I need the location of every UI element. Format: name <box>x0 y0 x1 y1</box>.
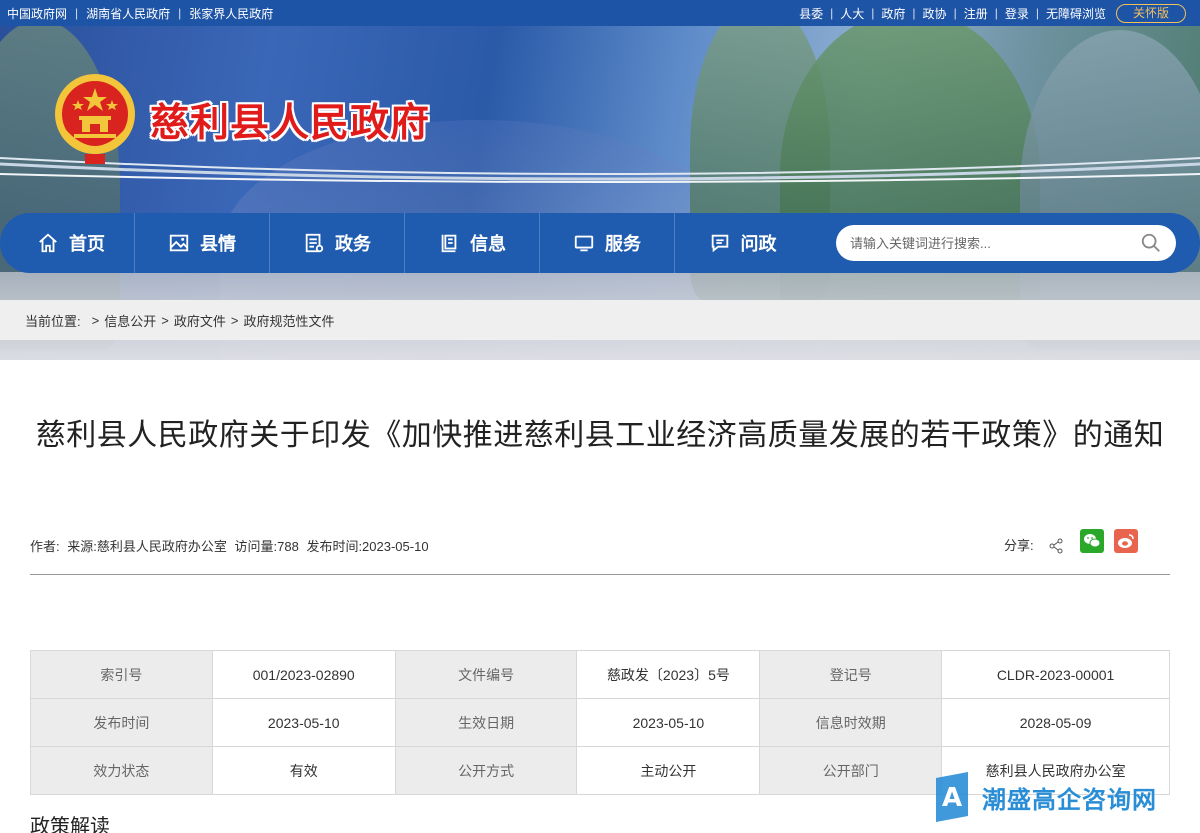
nav-label: 信息 <box>470 234 506 254</box>
divider: | <box>994 6 998 20</box>
nav-label: 政务 <box>335 234 371 254</box>
share-label: 分享: <box>1004 537 1034 553</box>
link-china-gov[interactable]: 中国政府网 <box>7 5 67 22</box>
nav-item-inquiry[interactable]: 问政 <box>675 213 810 273</box>
image-icon <box>169 234 189 252</box>
nav-label: 问政 <box>740 234 777 254</box>
table-value: 001/2023-02890 <box>211 650 396 699</box>
table-key: 登记号 <box>759 650 943 699</box>
nav-item-home[interactable]: 首页 <box>0 213 135 273</box>
search-box <box>836 225 1176 261</box>
table-key: 发布时间 <box>30 698 213 747</box>
table-row: 发布时间 2023-05-10 生效日期 2023-05-10 信息时效期 20… <box>30 698 1170 747</box>
divider: | <box>178 6 182 20</box>
glass-bridge-illustration <box>0 157 1200 183</box>
watermark: A 潮盛高企咨询网 <box>930 772 1157 822</box>
divider: | <box>912 6 916 20</box>
table-value: 主动公开 <box>576 746 761 795</box>
link-zhangjiajie-gov[interactable]: 张家界人民政府 <box>189 5 273 22</box>
meta-source: 来源:慈利县人民政府办公室 <box>67 539 227 554</box>
watermark-text: 潮盛高企咨询网 <box>982 784 1157 814</box>
table-value: 2028-05-09 <box>941 698 1170 747</box>
divider: | <box>953 6 957 20</box>
divider: | <box>871 6 875 20</box>
share-bar: 分享: <box>1004 528 1138 554</box>
register-link[interactable]: 注册 <box>964 5 988 22</box>
table-value: 2023-05-10 <box>211 698 396 747</box>
nav-item-information[interactable]: 信息 <box>405 213 540 273</box>
table-key: 公开部门 <box>759 746 943 795</box>
meta-divider <box>30 574 1170 575</box>
breadcrumb: 当前位置: > 信息公开 > 政府文件 > 政府规范性文件 <box>0 300 1200 340</box>
table-key: 索引号 <box>30 650 213 699</box>
table-row: 索引号 001/2023-02890 文件编号 慈政发〔2023〕5号 登记号 … <box>30 650 1170 699</box>
main-nav: 首页 县情 政务 信息 服务 问政 <box>0 213 1200 273</box>
table-value: 有效 <box>211 746 396 795</box>
weibo-icon <box>1117 534 1134 548</box>
table-key: 生效日期 <box>394 698 578 747</box>
table-value: 2023-05-10 <box>576 698 761 747</box>
nav-label: 服务 <box>605 234 641 254</box>
meta-author: 作者: <box>30 539 60 554</box>
link-npc[interactable]: 人大 <box>840 5 864 22</box>
weibo-share-button[interactable] <box>1113 529 1138 553</box>
breadcrumb-normative-documents[interactable]: 政府规范性文件 <box>243 311 334 330</box>
divider: | <box>75 6 79 20</box>
message-icon <box>711 234 728 253</box>
divider: | <box>1035 6 1039 20</box>
national-emblem-icon <box>55 74 135 164</box>
breadcrumb-separator: > <box>230 312 239 328</box>
monitor-icon <box>574 235 594 252</box>
table-value: CLDR-2023-00001 <box>941 650 1170 699</box>
nav-item-county[interactable]: 县情 <box>135 213 270 273</box>
watermark-logo-icon: A <box>936 772 968 822</box>
nav-item-government-affairs[interactable]: 政务 <box>270 213 405 273</box>
wechat-share-button[interactable] <box>1079 529 1104 553</box>
table-value: 慈政发〔2023〕5号 <box>576 650 761 699</box>
nav-item-services[interactable]: 服务 <box>540 213 675 273</box>
home-icon <box>39 233 57 253</box>
breadcrumb-separator: > <box>161 312 169 328</box>
nav-label: 首页 <box>69 234 105 254</box>
nav-label: 县情 <box>200 234 236 254</box>
login-link[interactable]: 登录 <box>1005 5 1029 22</box>
breadcrumb-separator: > <box>91 312 100 328</box>
site-title: 慈利县人民政府 <box>150 100 431 146</box>
link-cppcc[interactable]: 政协 <box>923 5 947 22</box>
accessibility-link[interactable]: 无障碍浏览 <box>1046 5 1106 22</box>
meta-published: 发布时间:2023-05-10 <box>306 539 429 554</box>
link-hunan-gov[interactable]: 湖南省人民政府 <box>86 5 170 22</box>
care-mode-button[interactable]: 关怀版 <box>1115 3 1186 23</box>
article-title: 慈利县人民政府关于印发《加快推进慈利县工业经济高质量发展的若干政策》的通知 <box>35 418 1165 453</box>
divider: | <box>830 6 834 20</box>
table-key: 公开方式 <box>394 746 578 795</box>
document-icon <box>305 233 324 253</box>
top-links-bar: 中国政府网 | 湖南省人民政府 | 张家界人民政府 县委 | 人大 | 政府 |… <box>0 0 1200 26</box>
link-government[interactable]: 政府 <box>881 5 905 22</box>
article-meta: 作者: 来源:慈利县人民政府办公室 访问量:788 发布时间:2023-05-1… <box>30 536 433 555</box>
breadcrumb-gov-documents[interactable]: 政府文件 <box>174 311 226 330</box>
breadcrumb-label: 当前位置: <box>25 313 81 329</box>
meta-views: 访问量:788 <box>234 539 299 554</box>
svg-text:A: A <box>942 783 962 813</box>
info-list-icon <box>441 234 457 253</box>
table-key: 文件编号 <box>394 650 578 699</box>
table-key: 信息时效期 <box>759 698 943 747</box>
wechat-icon <box>1083 534 1101 548</box>
link-county-committee[interactable]: 县委 <box>799 5 823 22</box>
breadcrumb-info-disclosure[interactable]: 信息公开 <box>104 311 156 330</box>
search-input[interactable] <box>850 225 1130 261</box>
share-icon[interactable] <box>1048 538 1064 554</box>
policy-interpretation-heading: 政策解读 <box>30 816 110 833</box>
search-icon[interactable] <box>1140 232 1162 254</box>
table-key: 效力状态 <box>30 746 213 795</box>
